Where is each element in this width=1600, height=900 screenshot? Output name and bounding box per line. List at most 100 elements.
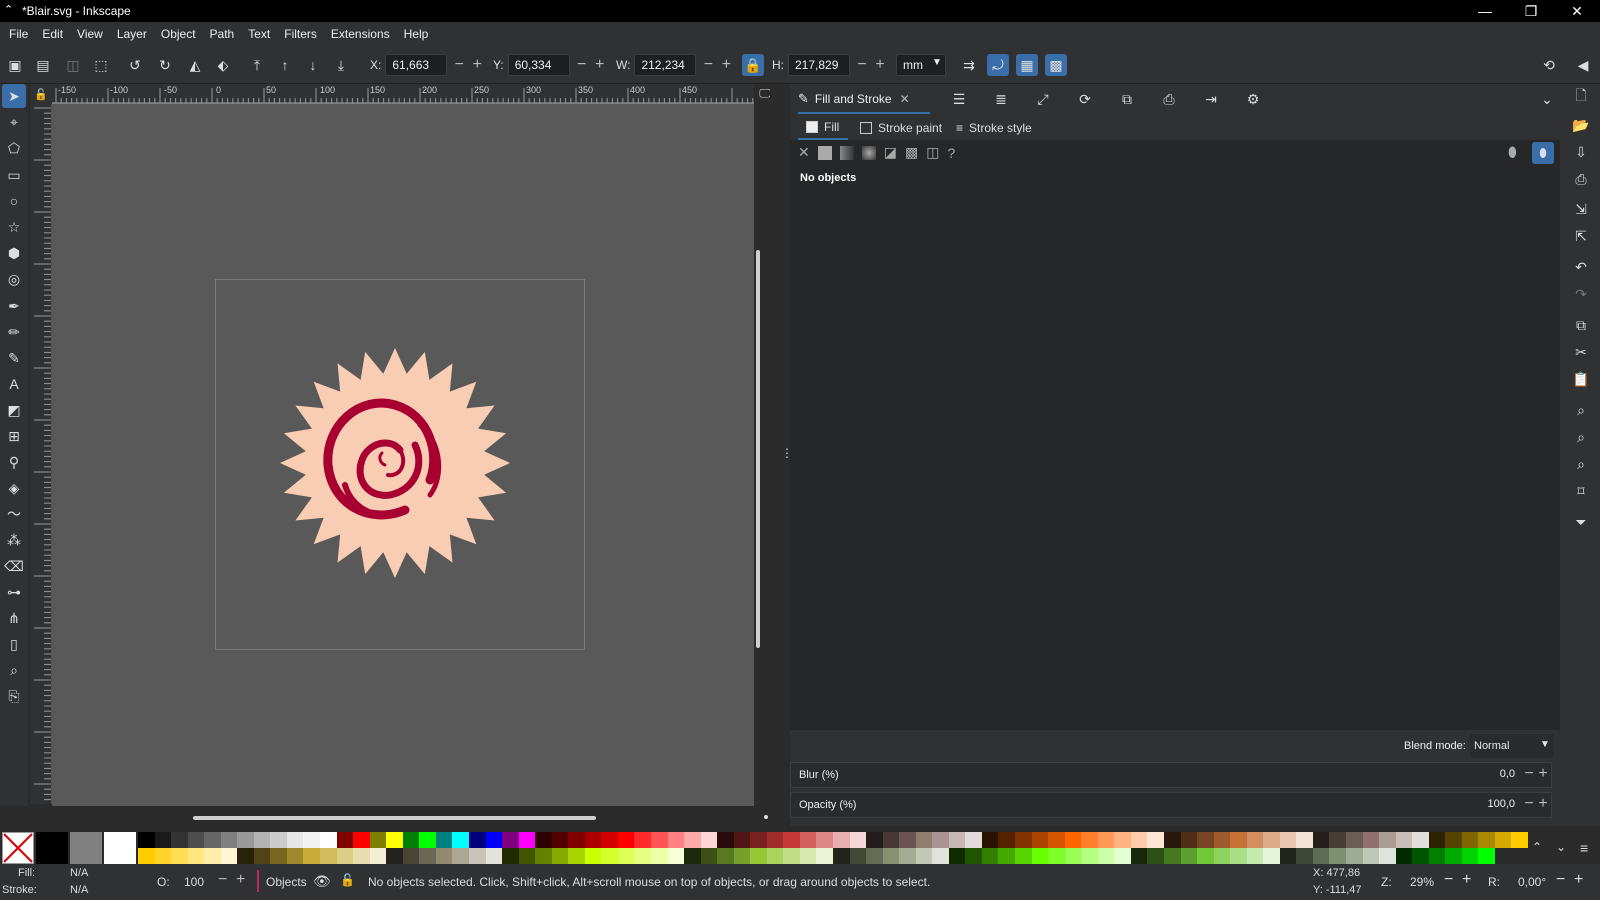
palette-swatch[interactable] [237,832,255,848]
palette-swatch[interactable] [667,848,685,864]
palette-swatch[interactable] [634,848,652,864]
palette-swatch[interactable] [1031,832,1049,848]
palette-swatch[interactable] [154,848,172,864]
palette-swatch[interactable] [535,832,553,848]
select-all-icon[interactable]: ▣ [4,54,26,76]
palette-swatch[interactable] [1097,848,1115,864]
palette-swatch[interactable] [435,832,453,848]
palette-swatch[interactable] [253,848,271,864]
palette-swatch[interactable] [369,832,387,848]
unset-paint-icon[interactable]: ? [947,145,955,161]
menu-text[interactable]: Text [241,22,277,46]
rotate-cw-icon[interactable]: ↻ [154,54,176,76]
palette-swatch[interactable] [1412,848,1430,864]
palette-swatch[interactable] [1114,832,1132,848]
palette-swatch[interactable] [700,848,718,864]
pages-tool-icon[interactable]: ⎘ [2,684,26,708]
palette-swatch[interactable] [320,848,338,864]
redo-icon[interactable]: ↷ [1570,283,1592,305]
flip-horizontal-icon[interactable]: ◭ [184,54,206,76]
scale-corners-icon[interactable]: ⤾ [987,54,1009,76]
w-plus-icon[interactable]: + [720,56,732,74]
scale-stroke-icon[interactable]: ⇉ [958,54,980,76]
palette-swatch[interactable] [1279,848,1297,864]
move-gradients-icon[interactable]: ▦ [1016,54,1038,76]
menu-path[interactable]: Path [203,22,242,46]
paint-bucket-tool-icon[interactable]: ◈ [2,476,26,500]
paste-icon[interactable]: 📋 [1570,368,1592,390]
palette-swatch[interactable] [1163,832,1181,848]
palette-swatch[interactable] [1197,848,1215,864]
palette-swatch[interactable] [568,848,586,864]
palette-swatch[interactable] [1478,848,1496,864]
palette-swatch[interactable] [601,848,619,864]
palette-swatch[interactable] [1428,848,1446,864]
save-icon[interactable]: ⇩ [1570,141,1592,163]
palette-scroll-up-icon[interactable]: ⌃ [1532,840,1542,854]
w-minus-icon[interactable]: − [702,56,714,74]
palette-swatch[interactable] [1312,848,1330,864]
palette-swatch[interactable] [270,832,288,848]
zoom-page-icon[interactable]: ⌕ [1570,453,1592,475]
opacity-input[interactable]: 100,0 [1471,798,1515,810]
objects-panel-icon[interactable]: ⧉ [1116,88,1138,110]
horizontal-scrollbar[interactable] [193,816,596,820]
panel-menu-chevron-icon[interactable]: ⌄ [1536,88,1558,110]
lower-to-bottom-icon[interactable]: ⤓ [330,54,352,76]
palette-swatch[interactable] [1461,848,1479,864]
palette-swatch[interactable] [435,848,453,864]
palette-swatch[interactable] [915,848,933,864]
copy-icon[interactable]: ⧉ [1570,314,1592,336]
palette-swatch[interactable] [535,848,553,864]
flat-color-icon[interactable] [817,145,832,160]
palette-swatch[interactable] [981,832,999,848]
no-color-swatch[interactable] [2,832,34,864]
star-tool-icon[interactable]: ☆ [2,215,26,239]
opacity-plus-icon[interactable]: + [236,871,245,889]
palette-swatch[interactable] [518,848,536,864]
palette-swatch[interactable] [932,848,950,864]
debian-swirl-logo[interactable] [280,345,520,585]
new-document-icon[interactable]: 🗋 [1570,86,1592,108]
mesh-tool-icon[interactable]: ⊞ [2,424,26,448]
menu-object[interactable]: Object [154,22,203,46]
palette-swatch[interactable] [1180,848,1198,864]
deselect-icon[interactable]: ◫ [62,54,84,76]
palette-swatch[interactable] [1395,848,1413,864]
opacity-o-input[interactable]: 100 [184,875,204,889]
restore-button[interactable]: ❐ [1508,0,1554,22]
palette-swatch[interactable] [402,832,420,848]
palette-swatch[interactable] [1412,832,1430,848]
palette-swatch[interactable] [187,832,205,848]
palette-swatch[interactable] [1395,832,1413,848]
vertical-ruler[interactable] [30,104,52,804]
layer-lock-icon[interactable]: 🔓 [340,873,355,887]
swatch-icon[interactable]: ◫ [926,144,939,161]
menu-help[interactable]: Help [397,22,436,46]
raise-to-top-icon[interactable]: ⤒ [246,54,268,76]
undo-icon[interactable]: ↶ [1570,256,1592,278]
transform-panel-icon[interactable]: ⟳ [1074,88,1096,110]
palette-swatch[interactable] [816,832,834,848]
palette-swatch[interactable] [783,848,801,864]
more-commands-icon[interactable]: ⏷ [1570,511,1592,533]
palette-swatch[interactable] [1048,832,1066,848]
palette-swatch[interactable] [700,832,718,848]
rotation-input[interactable]: 0,00° [1518,875,1546,889]
palette-swatch[interactable] [750,848,768,864]
mesh-gradient-icon[interactable]: ◪ [884,144,897,161]
close-window-button[interactable]: ✕ [1554,0,1600,22]
palette-swatch[interactable] [1130,848,1148,864]
open-file-icon[interactable]: 📂 [1570,114,1592,136]
palette-swatch[interactable] [799,832,817,848]
palette-swatch[interactable] [717,832,735,848]
menu-filters[interactable]: Filters [277,22,324,46]
palette-swatch[interactable] [1163,848,1181,864]
rectangle-tool-icon[interactable]: ▭ [2,163,26,187]
palette-swatch[interactable] [981,848,999,864]
palette-swatch[interactable] [419,848,437,864]
palette-swatch[interactable] [303,832,321,848]
palette-swatch[interactable] [419,832,437,848]
export-panel-icon[interactable]: ⇥ [1200,88,1222,110]
minimize-button[interactable]: — [1462,0,1508,22]
